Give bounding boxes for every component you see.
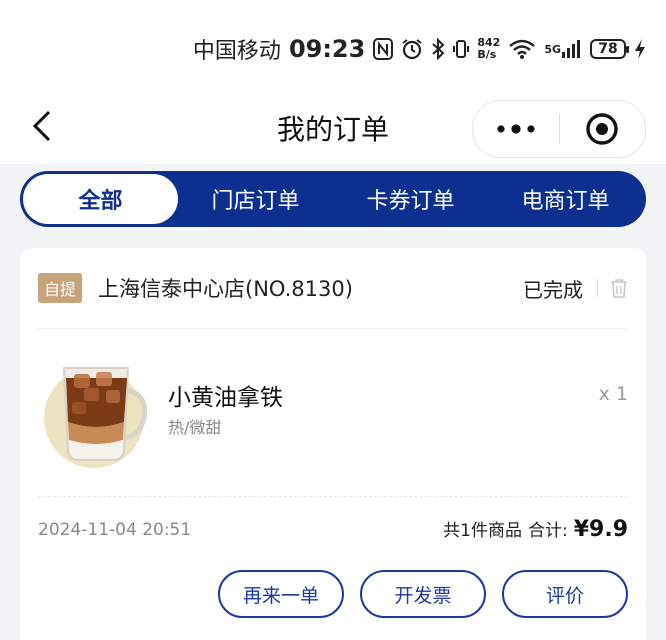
clock-time: 09:23 [288,35,366,63]
order-actions: 再来一单 开发票 评价 [218,570,628,618]
battery-indicator: 78 [590,39,629,59]
store-row: 自提 上海信泰中心店(NO.8130) 已完成 [38,270,628,306]
status-bar: 中国移动 09:23 842 B/s 5G 78 [0,0,666,90]
header-divider [38,328,628,329]
pickup-badge: 自提 [38,273,83,303]
total-label: 合计: [527,521,568,541]
network-speed: 842 B/s [477,37,500,61]
more-dots-icon [497,124,535,134]
more-button[interactable] [473,101,559,157]
trash-icon [611,279,627,298]
delete-order-button[interactable] [610,278,628,298]
product-name: 小黄油拿铁 [168,385,283,411]
carrier-name: 中国移动 [192,39,281,64]
order-type-tabs: 全部 门店订单 卡券订单 电商订单 [20,171,646,227]
close-miniapp-button[interactable] [560,101,646,157]
reorder-button[interactable]: 再来一单 [218,570,344,618]
wifi-icon [508,38,536,60]
signal-type-label: 5G [544,42,561,56]
invoice-button[interactable]: 开发票 [360,570,486,618]
target-circle-icon [586,113,618,145]
order-total: 共1件商品 合计: ¥9.9 [443,516,628,542]
review-button[interactable]: 评价 [502,570,628,618]
tab-voucher-orders[interactable]: 卡券订单 [333,174,488,224]
iced-latte-image [44,367,148,468]
alarm-icon [401,38,423,60]
tab-all[interactable]: 全部 [23,174,178,224]
tab-store-orders[interactable]: 门店订单 [178,174,333,224]
status-divider [597,279,598,297]
order-card[interactable]: 自提 上海信泰中心店(NO.8130) 已完成 小黄油拿铁 热/微甜 x 1 2… [20,248,646,640]
vibrate-icon [453,38,470,60]
bluetooth-icon [431,38,445,60]
item-count: 共1件商品 [443,521,522,541]
tab-ecommerce-orders[interactable]: 电商订单 [488,174,643,224]
product-quantity: x 1 [598,383,628,405]
order-status: 已完成 [523,277,583,302]
store-name: 上海信泰中心店(NO.8130) [98,277,353,301]
nfc-icon [373,38,394,60]
network-speed-unit: B/s [477,48,497,61]
product-spec: 热/微甜 [168,418,222,437]
navigation-bar: 我的订单 [0,90,666,164]
screen: 中国移动 09:23 842 B/s 5G 78 我的订单 全部 门店订单 卡券… [0,0,666,640]
charging-icon [634,38,646,60]
order-time: 2024-11-04 20:51 [38,520,192,540]
cellular-signal-icon: 5G [544,39,582,59]
total-amount: ¥9.9 [573,517,628,542]
miniapp-capsule [472,100,646,158]
items-divider [38,496,628,497]
status-bar-items: 中国移动 09:23 842 B/s 5G 78 [193,32,646,66]
